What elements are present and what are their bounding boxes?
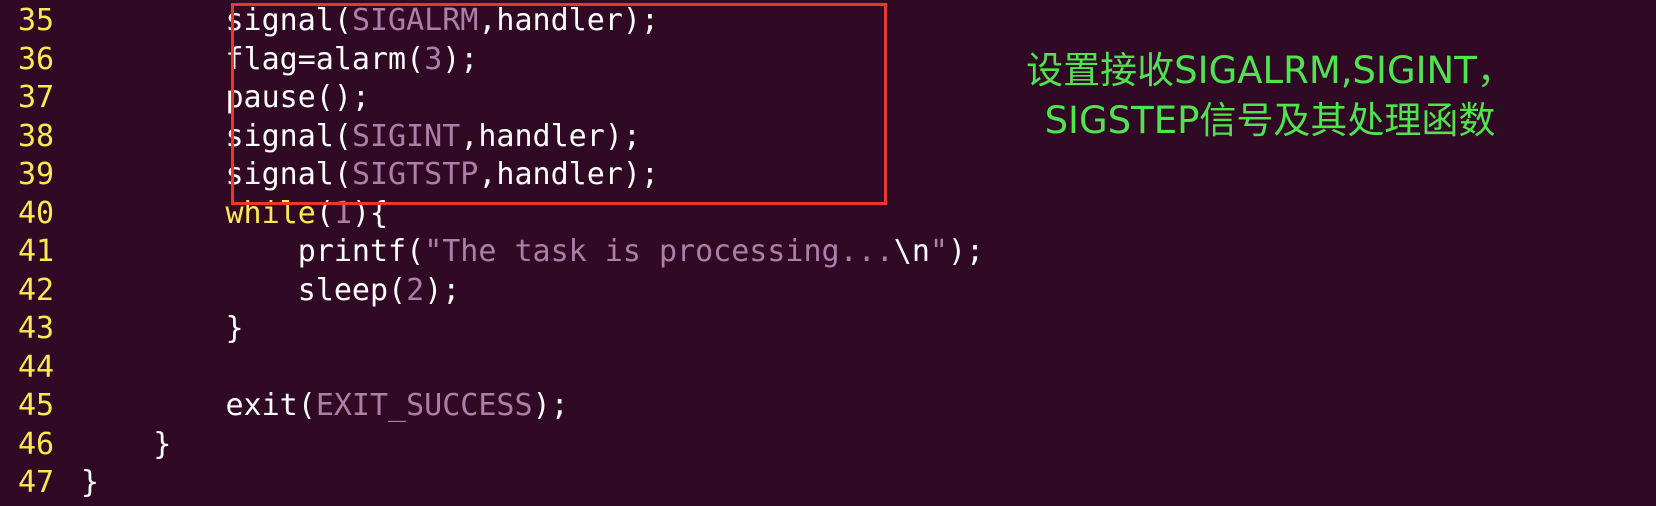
code-token: EXIT_SUCCESS: [315, 388, 533, 423]
code-token: printf(: [297, 234, 425, 269]
highlight-box: [231, 3, 887, 205]
code-token: sleep(: [297, 272, 407, 308]
line-number: 44: [18, 349, 55, 385]
code-text: }: [81, 310, 244, 348]
code-line: 44: [0, 349, 1656, 387]
code-text: }: [81, 464, 99, 502]
code-token: );: [424, 272, 461, 308]
code-line: 41 printf("The task is processing...\n")…: [0, 233, 1656, 271]
line-number: 41: [18, 234, 55, 269]
code-text: exit(EXIT_SUCCESS);: [81, 387, 569, 425]
code-line: 47}: [0, 464, 1656, 502]
line-number: 38: [18, 118, 55, 154]
annotation-line-1: 设置接收SIGALRM,SIGINT，: [1026, 49, 1514, 92]
code-line: 42 sleep(2);: [0, 272, 1656, 310]
code-token: );: [532, 388, 569, 423]
code-token: );: [947, 234, 985, 269]
code-line: 43 }: [0, 310, 1656, 348]
code-token: "The task is processing...: [424, 234, 894, 269]
code-token: }: [153, 426, 172, 462]
line-number: 47: [18, 465, 55, 500]
line-number: 39: [18, 157, 55, 192]
line-number: 42: [18, 272, 55, 308]
code-token: }: [81, 465, 100, 500]
code-token: exit(: [225, 388, 316, 423]
line-number: 46: [18, 426, 55, 462]
line-number: 40: [18, 195, 55, 231]
line-number: 35: [18, 3, 55, 38]
line-number: 45: [18, 388, 55, 423]
code-line: 45 exit(EXIT_SUCCESS);: [0, 387, 1656, 425]
annotation-line-2: SIGSTEP信号及其处理函数: [1044, 99, 1496, 142]
code-text: }: [81, 426, 171, 464]
code-line: 46 }: [0, 426, 1656, 464]
code-token: }: [225, 311, 244, 346]
code-token: \n: [893, 234, 930, 269]
code-token: 2: [406, 272, 425, 308]
code-text: sleep(2);: [81, 272, 461, 310]
code-text: printf("The task is processing...\n");: [81, 233, 984, 271]
line-number: 37: [18, 80, 55, 115]
line-number: 36: [18, 41, 55, 77]
line-number: 43: [18, 311, 55, 346]
annotation-callout: 设置接收SIGALRM,SIGINT， SIGSTEP信号及其处理函数: [960, 46, 1580, 146]
code-token: ": [929, 234, 948, 269]
